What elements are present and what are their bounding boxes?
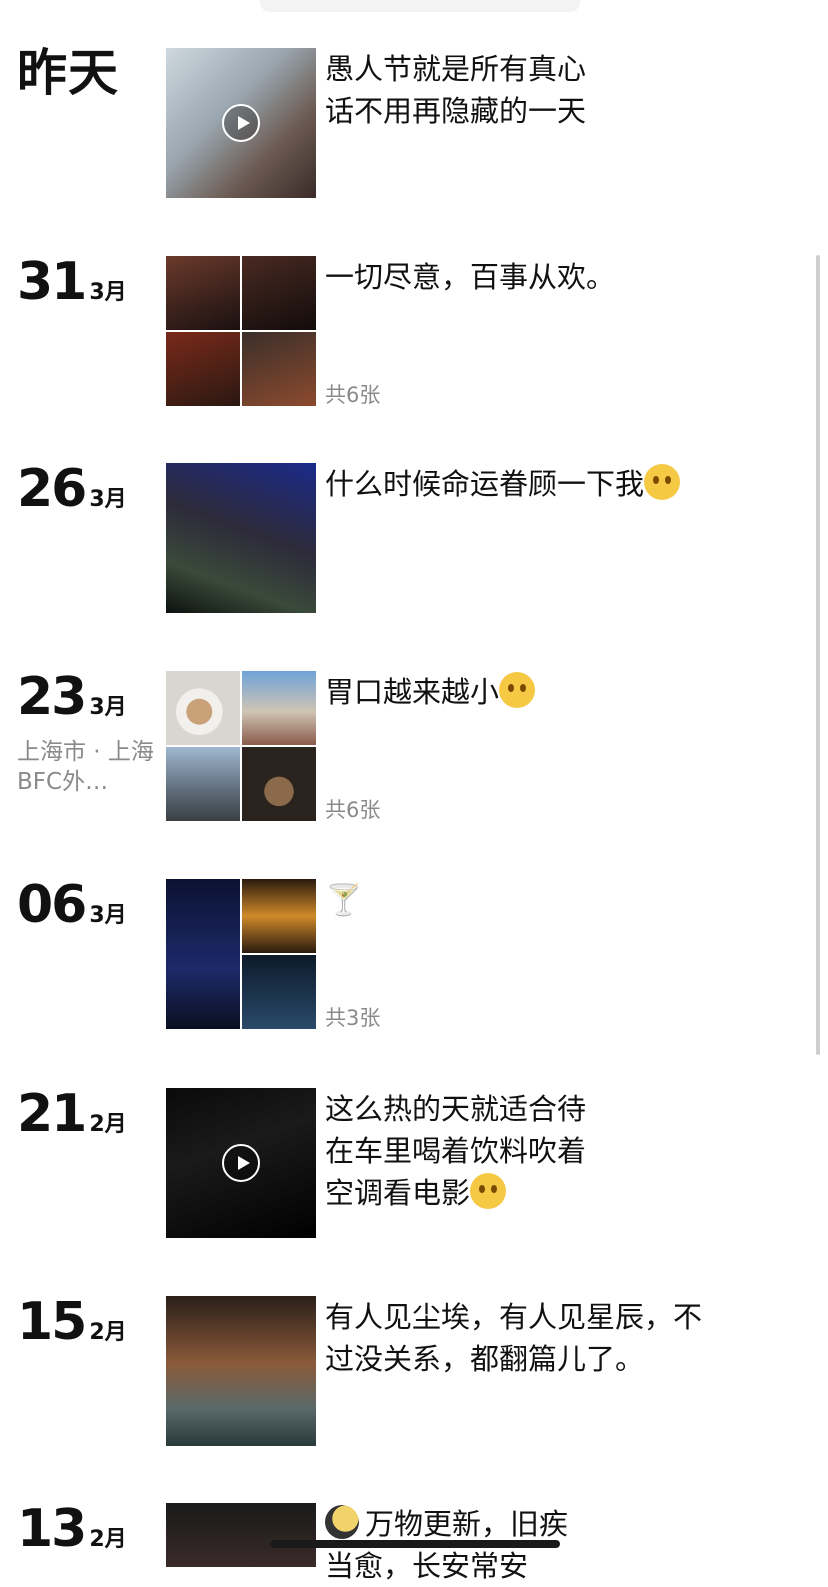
- post-location[interactable]: 上海市 · 上海BFC外…: [17, 737, 157, 797]
- photo-grid[interactable]: [166, 879, 316, 1029]
- post-date: 15 2月: [17, 1296, 162, 1348]
- date-day: 21: [17, 1084, 87, 1144]
- post-caption: 🍸: [325, 879, 755, 922]
- photo-thumbnail[interactable]: [166, 332, 240, 406]
- post-date: 23 3月 上海市 · 上海BFC外…: [17, 671, 162, 797]
- scrollbar[interactable]: [816, 255, 820, 1055]
- photo-thumbnail[interactable]: [166, 256, 240, 330]
- date-month: 3月: [89, 487, 127, 512]
- photo-thumbnail[interactable]: [166, 463, 316, 613]
- post-caption: 一切尽意，百事从欢。: [325, 260, 616, 294]
- moon-emoji-icon: [325, 1505, 359, 1539]
- post-caption: 胃口越来越小: [325, 671, 755, 713]
- post-date: 13 2月: [17, 1503, 162, 1555]
- photo-thumbnail[interactable]: [242, 747, 316, 821]
- photo-thumbnail[interactable]: [242, 671, 316, 745]
- photo-thumbnail[interactable]: [166, 1296, 316, 1446]
- caption-text: 这么热的天就适合待 在车里喝着饮料吹着 空调看电影: [325, 1092, 587, 1210]
- date-day: 15: [17, 1292, 87, 1352]
- date-day: 31: [17, 252, 87, 312]
- photo-thumbnail[interactable]: [166, 747, 240, 821]
- video-thumbnail[interactable]: [166, 48, 316, 198]
- post-caption: 这么热的天就适合待 在车里喝着饮料吹着 空调看电影: [325, 1088, 755, 1214]
- play-icon[interactable]: [222, 104, 260, 142]
- caption-text: 什么时候命运眷顾一下我: [325, 467, 645, 501]
- date-month: 3月: [89, 280, 127, 305]
- home-indicator[interactable]: [270, 1540, 560, 1548]
- photo-count: 共6张: [325, 383, 381, 407]
- video-thumbnail[interactable]: [166, 1088, 316, 1238]
- crying-emoji-icon: [499, 672, 536, 708]
- date-month: 2月: [89, 1320, 127, 1345]
- date-day: 26: [17, 459, 87, 519]
- caption-text: 胃口越来越小: [325, 675, 500, 709]
- date-day: 06: [17, 875, 87, 935]
- photo-thumbnail[interactable]: [166, 879, 240, 1029]
- photo-thumbnail[interactable]: [242, 256, 316, 330]
- post-caption: 有人见尘埃，有人见星辰，不 过没关系，都翻篇儿了。: [325, 1300, 703, 1376]
- photo-thumbnail[interactable]: [166, 1503, 316, 1567]
- post-date: 21 2月: [17, 1088, 162, 1140]
- play-icon[interactable]: [222, 1144, 260, 1182]
- photo-thumbnail[interactable]: [242, 879, 316, 953]
- post-date: 06 3月: [17, 879, 162, 931]
- photo-grid[interactable]: [166, 256, 316, 406]
- date-month: 2月: [89, 1112, 127, 1137]
- date-day: 23: [17, 667, 87, 727]
- photo-grid[interactable]: [166, 671, 316, 821]
- date-day: 13: [17, 1499, 87, 1559]
- crying-emoji-icon: [470, 1173, 507, 1209]
- photo-count: 共3张: [325, 1006, 381, 1030]
- top-edge: [260, 0, 580, 12]
- post-caption: 愚人节就是所有真心 话不用再隐藏的一天: [325, 52, 587, 128]
- photo-count: 共6张: [325, 798, 381, 822]
- date-month: 2月: [89, 1527, 127, 1552]
- post-date: 26 3月: [17, 463, 162, 515]
- photo-thumbnail[interactable]: [242, 332, 316, 406]
- date-label: 昨天: [17, 44, 119, 102]
- moments-feed: 昨天 愚人节就是所有真心 话不用再隐藏的一天 31 3月 一切尽意，百事从欢。 共…: [0, 0, 828, 1583]
- grimace-emoji-icon: [644, 464, 681, 500]
- post-date: 31 3月: [17, 256, 162, 308]
- date-month: 3月: [89, 903, 127, 928]
- post-caption: 什么时候命运眷顾一下我: [325, 463, 755, 505]
- post-date: 昨天: [17, 48, 162, 98]
- cocktail-emoji-icon: 🍸: [325, 883, 363, 918]
- photo-thumbnail[interactable]: [242, 955, 316, 1029]
- date-month: 3月: [89, 695, 127, 720]
- photo-thumbnail[interactable]: [166, 671, 240, 745]
